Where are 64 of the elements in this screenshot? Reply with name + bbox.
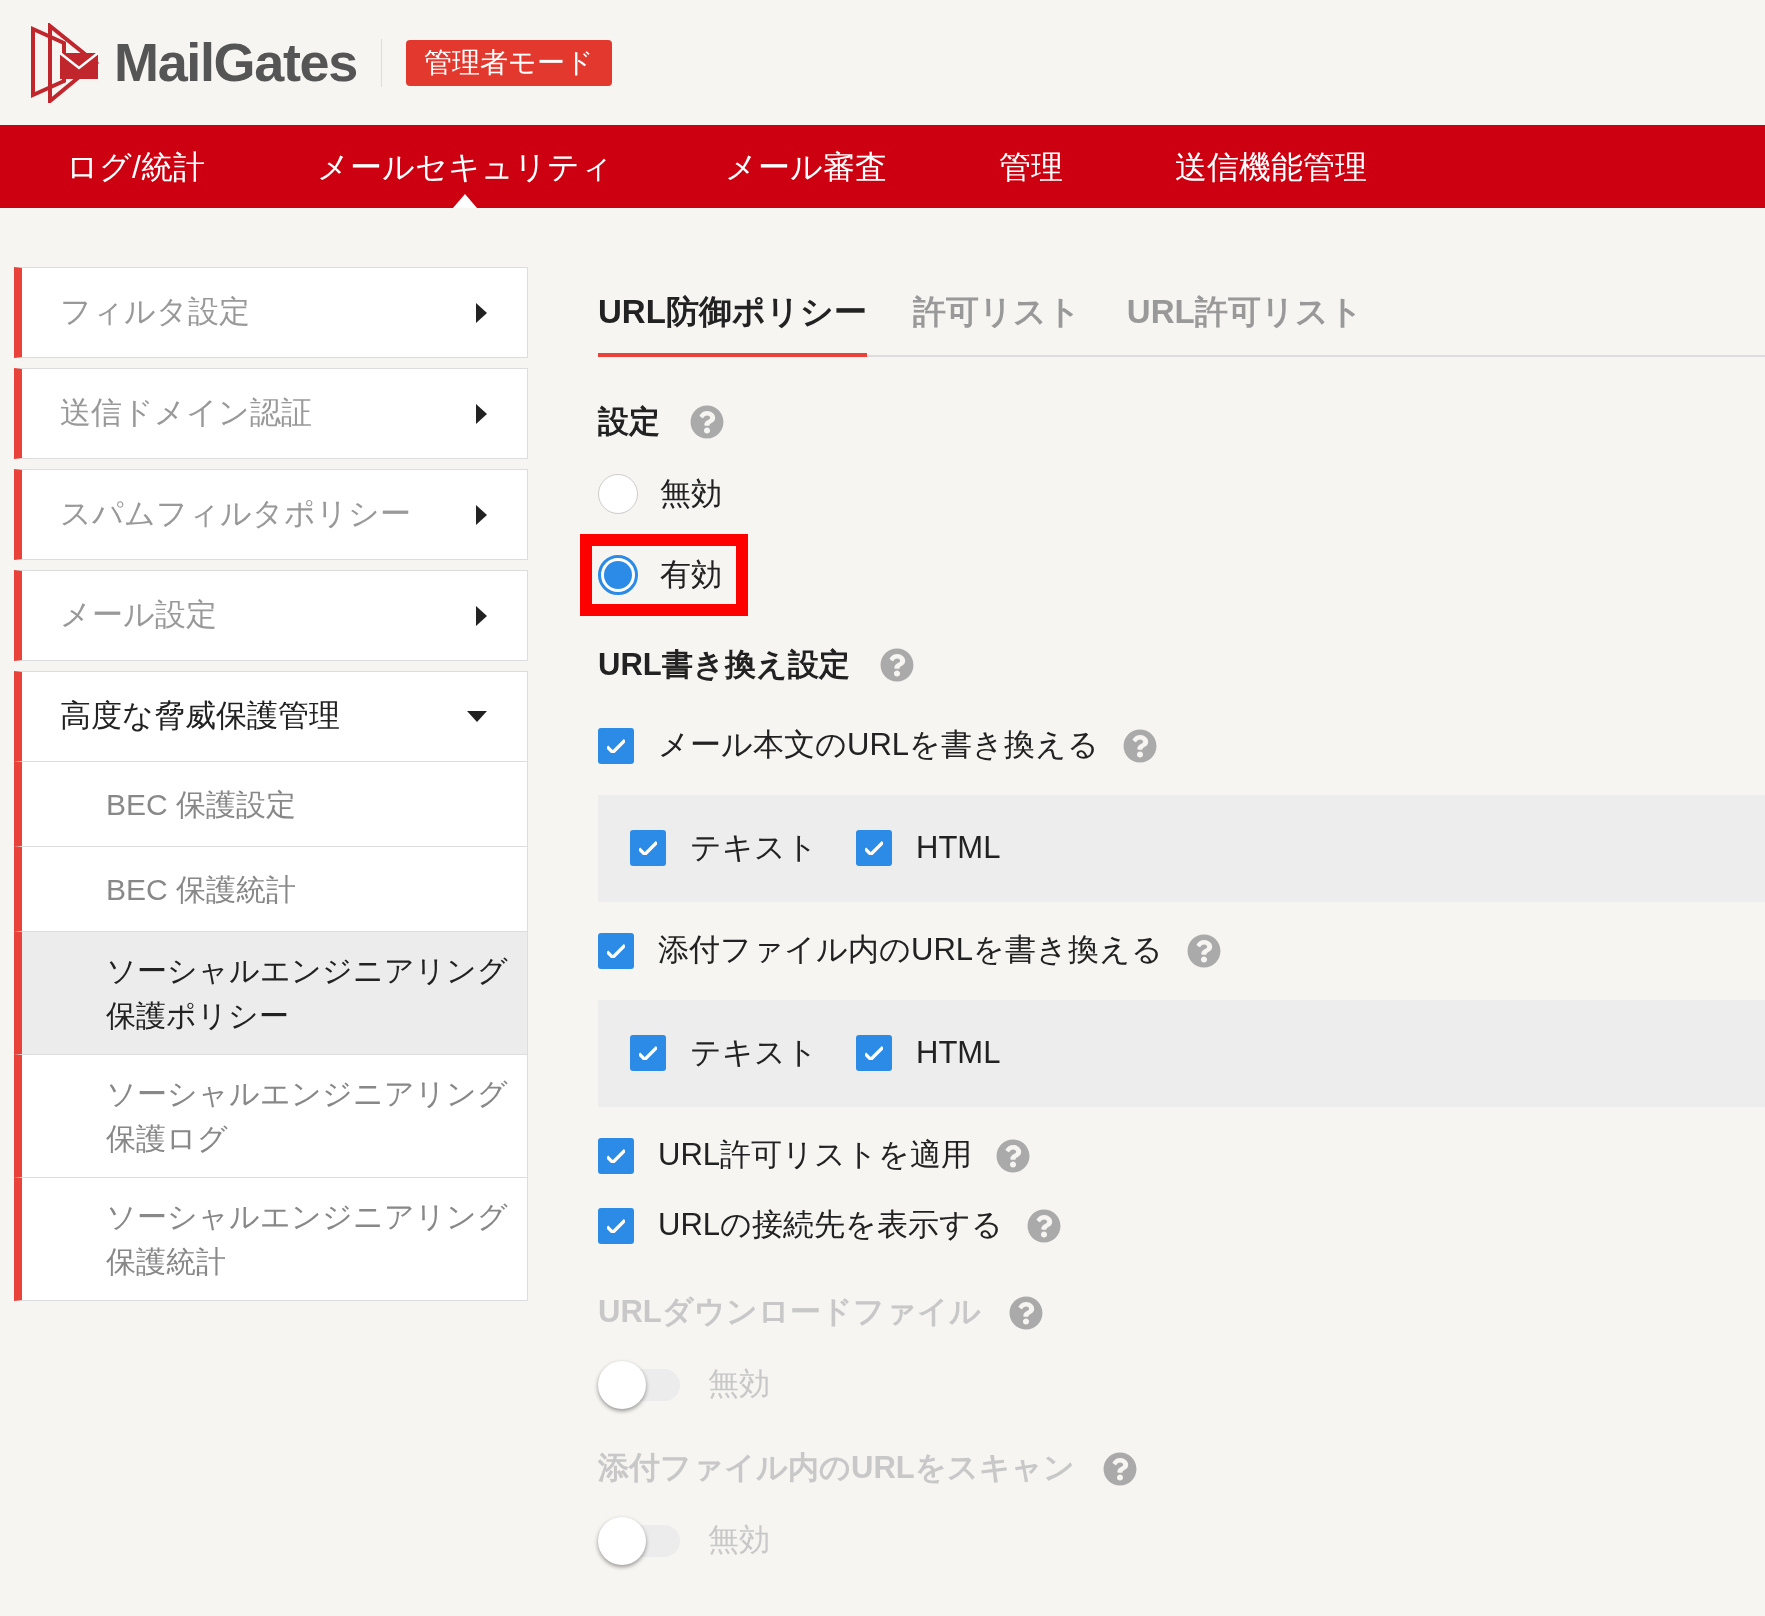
sidebar-menu-item[interactable]: スパムフィルタポリシー: [14, 469, 528, 560]
caret-right-icon: [476, 403, 487, 424]
caret-right-icon: [476, 605, 487, 626]
checkbox-label: 添付ファイル内のURLを書き換える: [658, 931, 1163, 970]
sidebar-subitem[interactable]: ソーシャルエンジニアリング保護ログ: [14, 1055, 528, 1178]
tab[interactable]: URL防御ポリシー: [598, 283, 867, 357]
help-icon[interactable]: [1027, 1208, 1061, 1243]
radio-button[interactable]: [598, 554, 638, 595]
checkbox[interactable]: [630, 830, 666, 866]
radio-button[interactable]: [598, 474, 638, 515]
help-icon[interactable]: [996, 1138, 1030, 1173]
checkbox-label: URL許可リストを適用: [658, 1136, 972, 1175]
nav-tab[interactable]: メール審査: [724, 125, 887, 208]
checkbox[interactable]: [598, 1137, 634, 1174]
radio-label: 有効: [660, 555, 722, 594]
nav-tab[interactable]: 送信機能管理: [1174, 125, 1367, 208]
sidebar-menu-item[interactable]: 送信ドメイン認証: [14, 368, 528, 459]
section-title: 設定: [598, 402, 660, 441]
radio-label: 無効: [660, 475, 722, 513]
checkbox-label: HTML: [916, 1033, 1001, 1072]
checkbox-label: テキスト: [690, 828, 818, 867]
sidebar-menu-item[interactable]: フィルタ設定: [14, 267, 528, 358]
check-icon: [865, 841, 883, 855]
checkbox[interactable]: [856, 830, 892, 866]
checkbox[interactable]: [598, 1207, 634, 1244]
mode-badge: 管理者モード: [405, 39, 612, 86]
sidebar-subitem[interactable]: ソーシャルエンジニアリング保護統計: [14, 1178, 528, 1301]
sidebar-subitem[interactable]: BEC 保護統計: [14, 847, 528, 932]
check-icon: [607, 738, 625, 753]
tab[interactable]: URL許可リスト: [1126, 283, 1363, 357]
nav-tab[interactable]: メールセキュリティ: [316, 125, 613, 208]
checkbox-label: HTML: [916, 828, 1001, 867]
checkbox[interactable]: [598, 932, 634, 969]
nav-tab[interactable]: ログ/統計: [66, 125, 205, 208]
checkbox[interactable]: [598, 727, 634, 764]
sidebar-subitem[interactable]: ソーシャルエンジニアリング保護ポリシー: [14, 932, 528, 1055]
caret-right-icon: [476, 302, 487, 323]
logo-icon: [30, 22, 102, 103]
check-icon: [607, 1218, 625, 1233]
check-icon: [865, 1046, 883, 1060]
check-icon: [607, 943, 625, 958]
check-icon: [639, 1046, 657, 1060]
caret-down-icon: [467, 711, 487, 722]
logo-text: MailGates: [114, 31, 357, 94]
checkbox-label: URLの接続先を表示する: [658, 1206, 1003, 1245]
tab[interactable]: 許可リスト: [912, 283, 1081, 357]
checkbox-label: メール本文のURLを書き換える: [658, 726, 1099, 765]
help-icon[interactable]: [1187, 933, 1221, 968]
help-icon[interactable]: [879, 648, 914, 683]
help-icon[interactable]: [1123, 728, 1157, 763]
help-icon[interactable]: [1008, 1295, 1043, 1330]
check-icon: [607, 1148, 625, 1163]
checkbox[interactable]: [630, 1035, 666, 1071]
section-title: URL書き換え設定: [598, 646, 850, 684]
sidebar-menu-item[interactable]: メール設定: [14, 570, 528, 661]
checkbox[interactable]: [856, 1035, 892, 1071]
sidebar-menu-item[interactable]: 高度な脅威保護管理: [14, 671, 528, 762]
check-icon: [639, 841, 657, 855]
help-icon[interactable]: [690, 404, 724, 439]
checkbox-label: テキスト: [690, 1033, 818, 1072]
sidebar-subitem[interactable]: BEC 保護設定: [14, 762, 528, 847]
caret-right-icon: [476, 504, 487, 525]
nav-tab[interactable]: 管理: [998, 125, 1063, 208]
help-icon[interactable]: [1102, 1451, 1137, 1486]
